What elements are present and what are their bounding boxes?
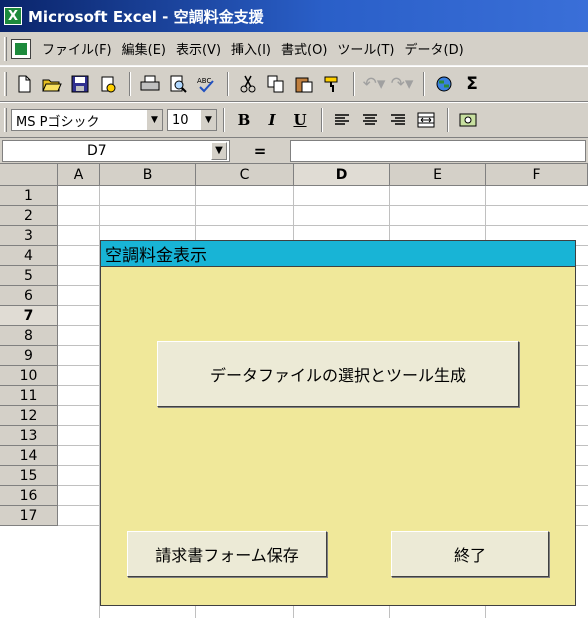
panel-title: 空調料金表示 xyxy=(101,241,575,267)
bold-button[interactable]: B xyxy=(231,107,257,133)
toolbar-separator xyxy=(227,72,229,96)
toolbar-grip[interactable] xyxy=(4,72,7,96)
underline-button[interactable]: U xyxy=(287,107,313,133)
menu-bar: ファイル(F) 編集(E) 表示(V) 挿入(I) 書式(O) ツール(T) デ… xyxy=(0,32,588,66)
row-header[interactable]: 7 xyxy=(0,306,58,326)
print-preview-icon[interactable] xyxy=(165,71,191,97)
row-header[interactable]: 13 xyxy=(0,426,58,446)
format-painter-icon[interactable] xyxy=(319,71,345,97)
italic-button[interactable]: I xyxy=(259,107,285,133)
toolbar-separator xyxy=(129,72,131,96)
menu-grip[interactable] xyxy=(4,36,7,61)
toolbar-grip[interactable] xyxy=(4,108,7,132)
row-header[interactable]: 14 xyxy=(0,446,58,466)
save-icon[interactable] xyxy=(67,71,93,97)
edit-formula-button[interactable]: = xyxy=(230,142,290,160)
row-header[interactable]: 16 xyxy=(0,486,58,506)
standard-toolbar: ABC ↶▾ ↷▾ Σ xyxy=(0,66,588,102)
formula-input[interactable] xyxy=(290,139,586,162)
formula-bar: D7 ▼ = xyxy=(0,138,588,164)
worksheet-grid[interactable]: A B C D E F 1 2 3 4 5 6 7 8 9 10 11 12 1… xyxy=(0,164,588,618)
font-size-value: 10 xyxy=(172,112,189,128)
toolbar-separator xyxy=(223,108,225,132)
menu-view[interactable]: 表示(V) xyxy=(171,39,226,58)
spelling-icon[interactable]: ABC xyxy=(193,71,219,97)
row-header[interactable]: 2 xyxy=(0,206,58,226)
row-header[interactable]: 4 xyxy=(0,246,58,266)
row-header[interactable]: 10 xyxy=(0,366,58,386)
toolbar-separator xyxy=(423,72,425,96)
copy-icon[interactable] xyxy=(263,71,289,97)
chevron-down-icon[interactable]: ▼ xyxy=(211,141,227,160)
grid-line xyxy=(58,205,588,206)
excel-app-icon[interactable]: X xyxy=(4,7,22,25)
toolbar-separator xyxy=(321,108,323,132)
row-header[interactable]: 9 xyxy=(0,346,58,366)
save-invoice-form-button[interactable]: 請求書フォーム保存 xyxy=(127,531,327,577)
paste-icon[interactable] xyxy=(291,71,317,97)
menu-file[interactable]: ファイル(F) xyxy=(37,39,117,58)
column-header-c[interactable]: C xyxy=(196,164,294,186)
column-header-b[interactable]: B xyxy=(100,164,196,186)
row-header[interactable]: 17 xyxy=(0,506,58,526)
menu-format[interactable]: 書式(O) xyxy=(276,39,332,58)
font-size-select[interactable]: 10 ▼ xyxy=(167,109,217,131)
menu-edit[interactable]: 編集(E) xyxy=(117,39,171,58)
chevron-down-icon[interactable]: ▼ xyxy=(146,110,162,130)
menu-data[interactable]: データ(D) xyxy=(400,39,469,58)
font-name-value: MS Pゴシック xyxy=(16,114,100,130)
print-icon[interactable] xyxy=(137,71,163,97)
redo-icon[interactable]: ↷▾ xyxy=(389,71,415,97)
grid-line xyxy=(58,225,588,226)
toolbar-separator xyxy=(447,108,449,132)
row-header[interactable]: 15 xyxy=(0,466,58,486)
row-header[interactable]: 6 xyxy=(0,286,58,306)
row-header[interactable]: 5 xyxy=(0,266,58,286)
control-panel: 空調料金表示 データファイルの選択とツール生成 請求書フォーム保存 終了 xyxy=(100,240,576,606)
align-center-icon[interactable] xyxy=(357,107,383,133)
window-title: Microsoft Excel - 空調料金支援 xyxy=(28,7,264,26)
column-header-d[interactable]: D xyxy=(294,164,390,186)
merge-center-icon[interactable] xyxy=(413,107,439,133)
row-header[interactable]: 8 xyxy=(0,326,58,346)
name-box-value: D7 xyxy=(87,142,107,159)
cut-icon[interactable] xyxy=(235,71,261,97)
row-header[interactable]: 3 xyxy=(0,226,58,246)
row-header[interactable]: 12 xyxy=(0,406,58,426)
workbook-icon[interactable] xyxy=(11,38,31,59)
align-right-icon[interactable] xyxy=(385,107,411,133)
chevron-down-icon[interactable]: ▼ xyxy=(200,110,216,130)
exit-button[interactable]: 終了 xyxy=(391,531,549,577)
select-all-corner[interactable] xyxy=(0,164,58,186)
title-bar: X Microsoft Excel - 空調料金支援 xyxy=(0,0,588,32)
toolbar-separator xyxy=(353,72,355,96)
new-icon[interactable] xyxy=(11,71,37,97)
column-header-e[interactable]: E xyxy=(390,164,486,186)
open-icon[interactable] xyxy=(39,71,65,97)
row-header[interactable]: 11 xyxy=(0,386,58,406)
formatting-toolbar: MS Pゴシック ▼ 10 ▼ B I U xyxy=(0,102,588,138)
column-header-a[interactable]: A xyxy=(58,164,100,186)
row-header[interactable]: 1 xyxy=(0,186,58,206)
permission-icon[interactable] xyxy=(95,71,121,97)
font-name-select[interactable]: MS Pゴシック ▼ xyxy=(11,109,163,131)
currency-icon[interactable] xyxy=(455,107,481,133)
menu-insert[interactable]: 挿入(I) xyxy=(226,39,276,58)
undo-icon[interactable]: ↶▾ xyxy=(361,71,387,97)
name-box[interactable]: D7 ▼ xyxy=(2,139,230,162)
menu-tools[interactable]: ツール(T) xyxy=(332,39,399,58)
hyperlink-icon[interactable] xyxy=(431,71,457,97)
align-left-icon[interactable] xyxy=(329,107,355,133)
column-header-f[interactable]: F xyxy=(486,164,588,186)
select-data-file-button[interactable]: データファイルの選択とツール生成 xyxy=(157,341,519,407)
autosum-icon[interactable]: Σ xyxy=(459,71,485,97)
